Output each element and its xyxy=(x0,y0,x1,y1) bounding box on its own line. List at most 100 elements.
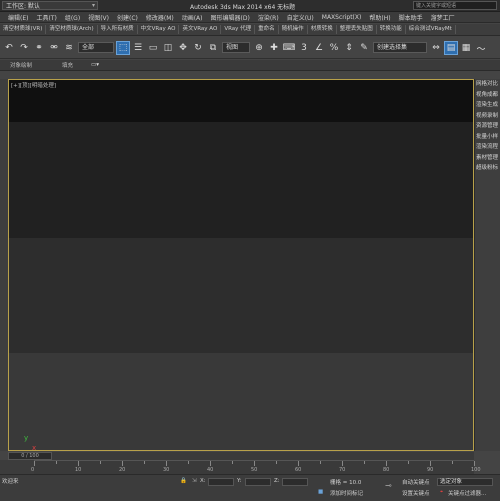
menu-item-view[interactable]: 视图(V) xyxy=(88,13,109,22)
right-panel-item[interactable]: 素材管理 xyxy=(475,153,500,164)
bind-space-warp-icon[interactable]: ≋ xyxy=(62,41,76,55)
key-filters-button[interactable]: 关键点过滤器... xyxy=(448,489,486,497)
plugin-import-materials[interactable]: 导入所有材质 xyxy=(98,25,138,34)
ruler-tick xyxy=(144,461,145,464)
plugin-material-convert[interactable]: 材质转换 xyxy=(308,25,337,34)
select-object-icon[interactable]: ⬚ xyxy=(116,41,130,55)
mirror-icon[interactable]: ⇔ xyxy=(429,41,443,55)
auto-key-button[interactable]: 自动关键点 xyxy=(402,478,430,486)
right-panel-item[interactable]: 视频录制 xyxy=(475,111,500,122)
select-manipulate-icon[interactable]: ✚ xyxy=(267,41,281,55)
named-selection-sets-dropdown[interactable]: 创建选择集 xyxy=(373,42,427,53)
snap-toggle-icon[interactable]: 3 xyxy=(297,41,311,55)
ruler-tick xyxy=(342,461,343,466)
set-keys-icon[interactable]: ⌖ xyxy=(440,489,443,496)
axis-x-label: x xyxy=(32,444,37,451)
link-icon[interactable]: ⚭ xyxy=(32,41,46,55)
ruler-tick xyxy=(56,461,57,464)
plugin-rename[interactable]: 重命名 xyxy=(255,25,279,34)
pivot-center-icon[interactable]: ⊕ xyxy=(252,41,266,55)
plugin-clear-arch[interactable]: 清空材质球(Arch) xyxy=(46,25,98,34)
plugin-missing-maps[interactable]: 整理丢失贴图 xyxy=(337,25,377,34)
edit-named-selection-icon[interactable]: ✎ xyxy=(357,41,371,55)
chevron-down-icon: ▾ xyxy=(91,2,95,9)
track-bar[interactable]: 0 10 20 30 40 50 60 70 80 90 100 xyxy=(31,460,481,475)
plugin-vray-proxy[interactable]: VRay 代理 xyxy=(221,25,256,34)
right-panel-item[interactable]: 渲染流程 xyxy=(475,142,500,153)
viewport-band-3 xyxy=(9,238,473,353)
move-icon[interactable]: ✥ xyxy=(176,41,190,55)
redo-icon[interactable]: ↷ xyxy=(17,41,31,55)
populate-tab[interactable]: 填充 xyxy=(62,61,73,69)
undo-icon[interactable]: ↶ xyxy=(2,41,16,55)
window-crossing-icon[interactable]: ◫ xyxy=(161,41,175,55)
ruler-tick-label: 80 xyxy=(383,467,390,473)
lock-selection-icon[interactable]: 🔒 xyxy=(180,478,187,484)
plugin-random[interactable]: 随机操作 xyxy=(279,25,308,34)
plugin-vraymt[interactable]: 综合测试VRayMt xyxy=(406,25,456,34)
spinner-snap-icon[interactable]: ⇕ xyxy=(342,41,356,55)
menu-item-modifiers[interactable]: 修改器(M) xyxy=(146,13,174,22)
ruler-tick-label: 50 xyxy=(251,467,258,473)
selection-filter-dropdown[interactable]: 全部 xyxy=(78,42,114,53)
scale-icon[interactable]: ⧉ xyxy=(206,41,220,55)
angle-snap-icon[interactable]: ∠ xyxy=(312,41,326,55)
unlink-icon[interactable]: ⚮ xyxy=(47,41,61,55)
rotate-icon[interactable]: ↻ xyxy=(191,41,205,55)
time-slider[interactable]: 0 / 100 xyxy=(8,452,474,460)
right-panel-item[interactable]: 视角成都 xyxy=(475,90,500,101)
menu-item-maxscript[interactable]: MAXScript(X) xyxy=(322,14,362,21)
rectangular-selection-icon[interactable]: ▭ xyxy=(146,41,160,55)
layer-manager-icon[interactable]: ▦ xyxy=(459,41,473,55)
ruler-tick xyxy=(452,461,453,464)
menu-item-animation[interactable]: 动画(A) xyxy=(182,13,203,22)
viewport-band-2 xyxy=(9,122,473,238)
menu-item-rendering[interactable]: 渲染(R) xyxy=(258,13,279,22)
select-by-name-icon[interactable]: ☰ xyxy=(131,41,145,55)
menu-item-edit[interactable]: 编辑(E) xyxy=(8,13,28,22)
add-time-tag-icon[interactable]: ■ xyxy=(318,489,323,495)
menu-item-help[interactable]: 帮助(H) xyxy=(369,13,390,22)
right-panel-item[interactable]: 超级粉标 xyxy=(475,163,500,174)
workspace-dropdown[interactable]: 工作区: 默认 ▾ xyxy=(2,1,98,10)
ruler-tick xyxy=(78,461,79,466)
z-coordinate-field[interactable] xyxy=(282,478,308,486)
key-icon[interactable]: ⊸ xyxy=(385,481,392,490)
menu-item-factory[interactable]: 溜梦工厂 xyxy=(431,13,455,22)
menu-item-script-helper[interactable]: 脚本助手 xyxy=(399,13,423,22)
align-icon[interactable]: ▤ xyxy=(444,41,458,55)
right-panel-item[interactable]: 批量小样 xyxy=(475,132,500,143)
time-slider-thumb[interactable]: 0 / 100 xyxy=(8,452,52,460)
right-panel-item[interactable]: 资源管理 xyxy=(475,121,500,132)
right-panel-item[interactable]: 网格对比 xyxy=(475,79,500,90)
plugin-clear-vr[interactable]: 清空材质球(VR) xyxy=(0,25,47,34)
viewport-label[interactable]: [+][顶][明暗处理] xyxy=(11,81,56,89)
plugin-vray-ao-en[interactable]: 英文VRay AO xyxy=(179,25,222,34)
maxscript-listener[interactable]: 欢迎来 xyxy=(2,477,19,485)
plugin-convert[interactable]: 转换功能 xyxy=(377,25,406,34)
ribbon-options-icon[interactable]: ▭▾ xyxy=(91,62,99,68)
plugin-toolbar: 清空材质球(VR) 清空材质球(Arch) 导入所有材质 中文VRay AO 英… xyxy=(0,24,500,36)
menu-item-customize[interactable]: 自定义(U) xyxy=(287,13,314,22)
viewport-top[interactable]: [+][顶][明暗处理] y x xyxy=(8,79,474,451)
menu-item-create[interactable]: 创建(C) xyxy=(117,13,138,22)
object-paint-tab[interactable]: 对象绘制 xyxy=(10,61,32,69)
absolute-mode-icon[interactable]: ⇲ xyxy=(192,478,197,484)
reference-coord-dropdown[interactable]: 视图 xyxy=(222,42,250,53)
right-panel-item[interactable]: 渲染生成 xyxy=(475,100,500,111)
set-key-button[interactable]: 设置关键点 xyxy=(402,489,430,497)
keyboard-shortcut-icon[interactable]: ⌨ xyxy=(282,41,296,55)
y-coordinate-field[interactable] xyxy=(245,478,271,486)
search-input[interactable]: 键入关键字或短语 xyxy=(413,1,497,10)
curve-editor-icon[interactable]: 〜 xyxy=(474,41,488,55)
x-coordinate-field[interactable] xyxy=(208,478,234,486)
plugin-vray-ao-cn[interactable]: 中文VRay AO xyxy=(138,25,180,34)
add-time-tag[interactable]: 添加时间标记 xyxy=(330,489,363,497)
percent-snap-icon[interactable]: % xyxy=(327,41,341,55)
menu-item-graph-editors[interactable]: 图形编辑器(D) xyxy=(211,13,250,22)
main-toolbar: ↶ ↷ ⚭ ⚮ ≋ 全部 ⬚ ☰ ▭ ◫ ✥ ↻ ⧉ 视图 ⊕ ✚ ⌨ 3 ∠ … xyxy=(0,37,500,59)
ruler-tick-label: 10 xyxy=(75,467,82,473)
menu-item-tools[interactable]: 工具(T) xyxy=(36,13,56,22)
key-filter-selection-dropdown[interactable]: 选定对象 xyxy=(437,478,493,486)
menu-item-group[interactable]: 组(G) xyxy=(65,13,80,22)
